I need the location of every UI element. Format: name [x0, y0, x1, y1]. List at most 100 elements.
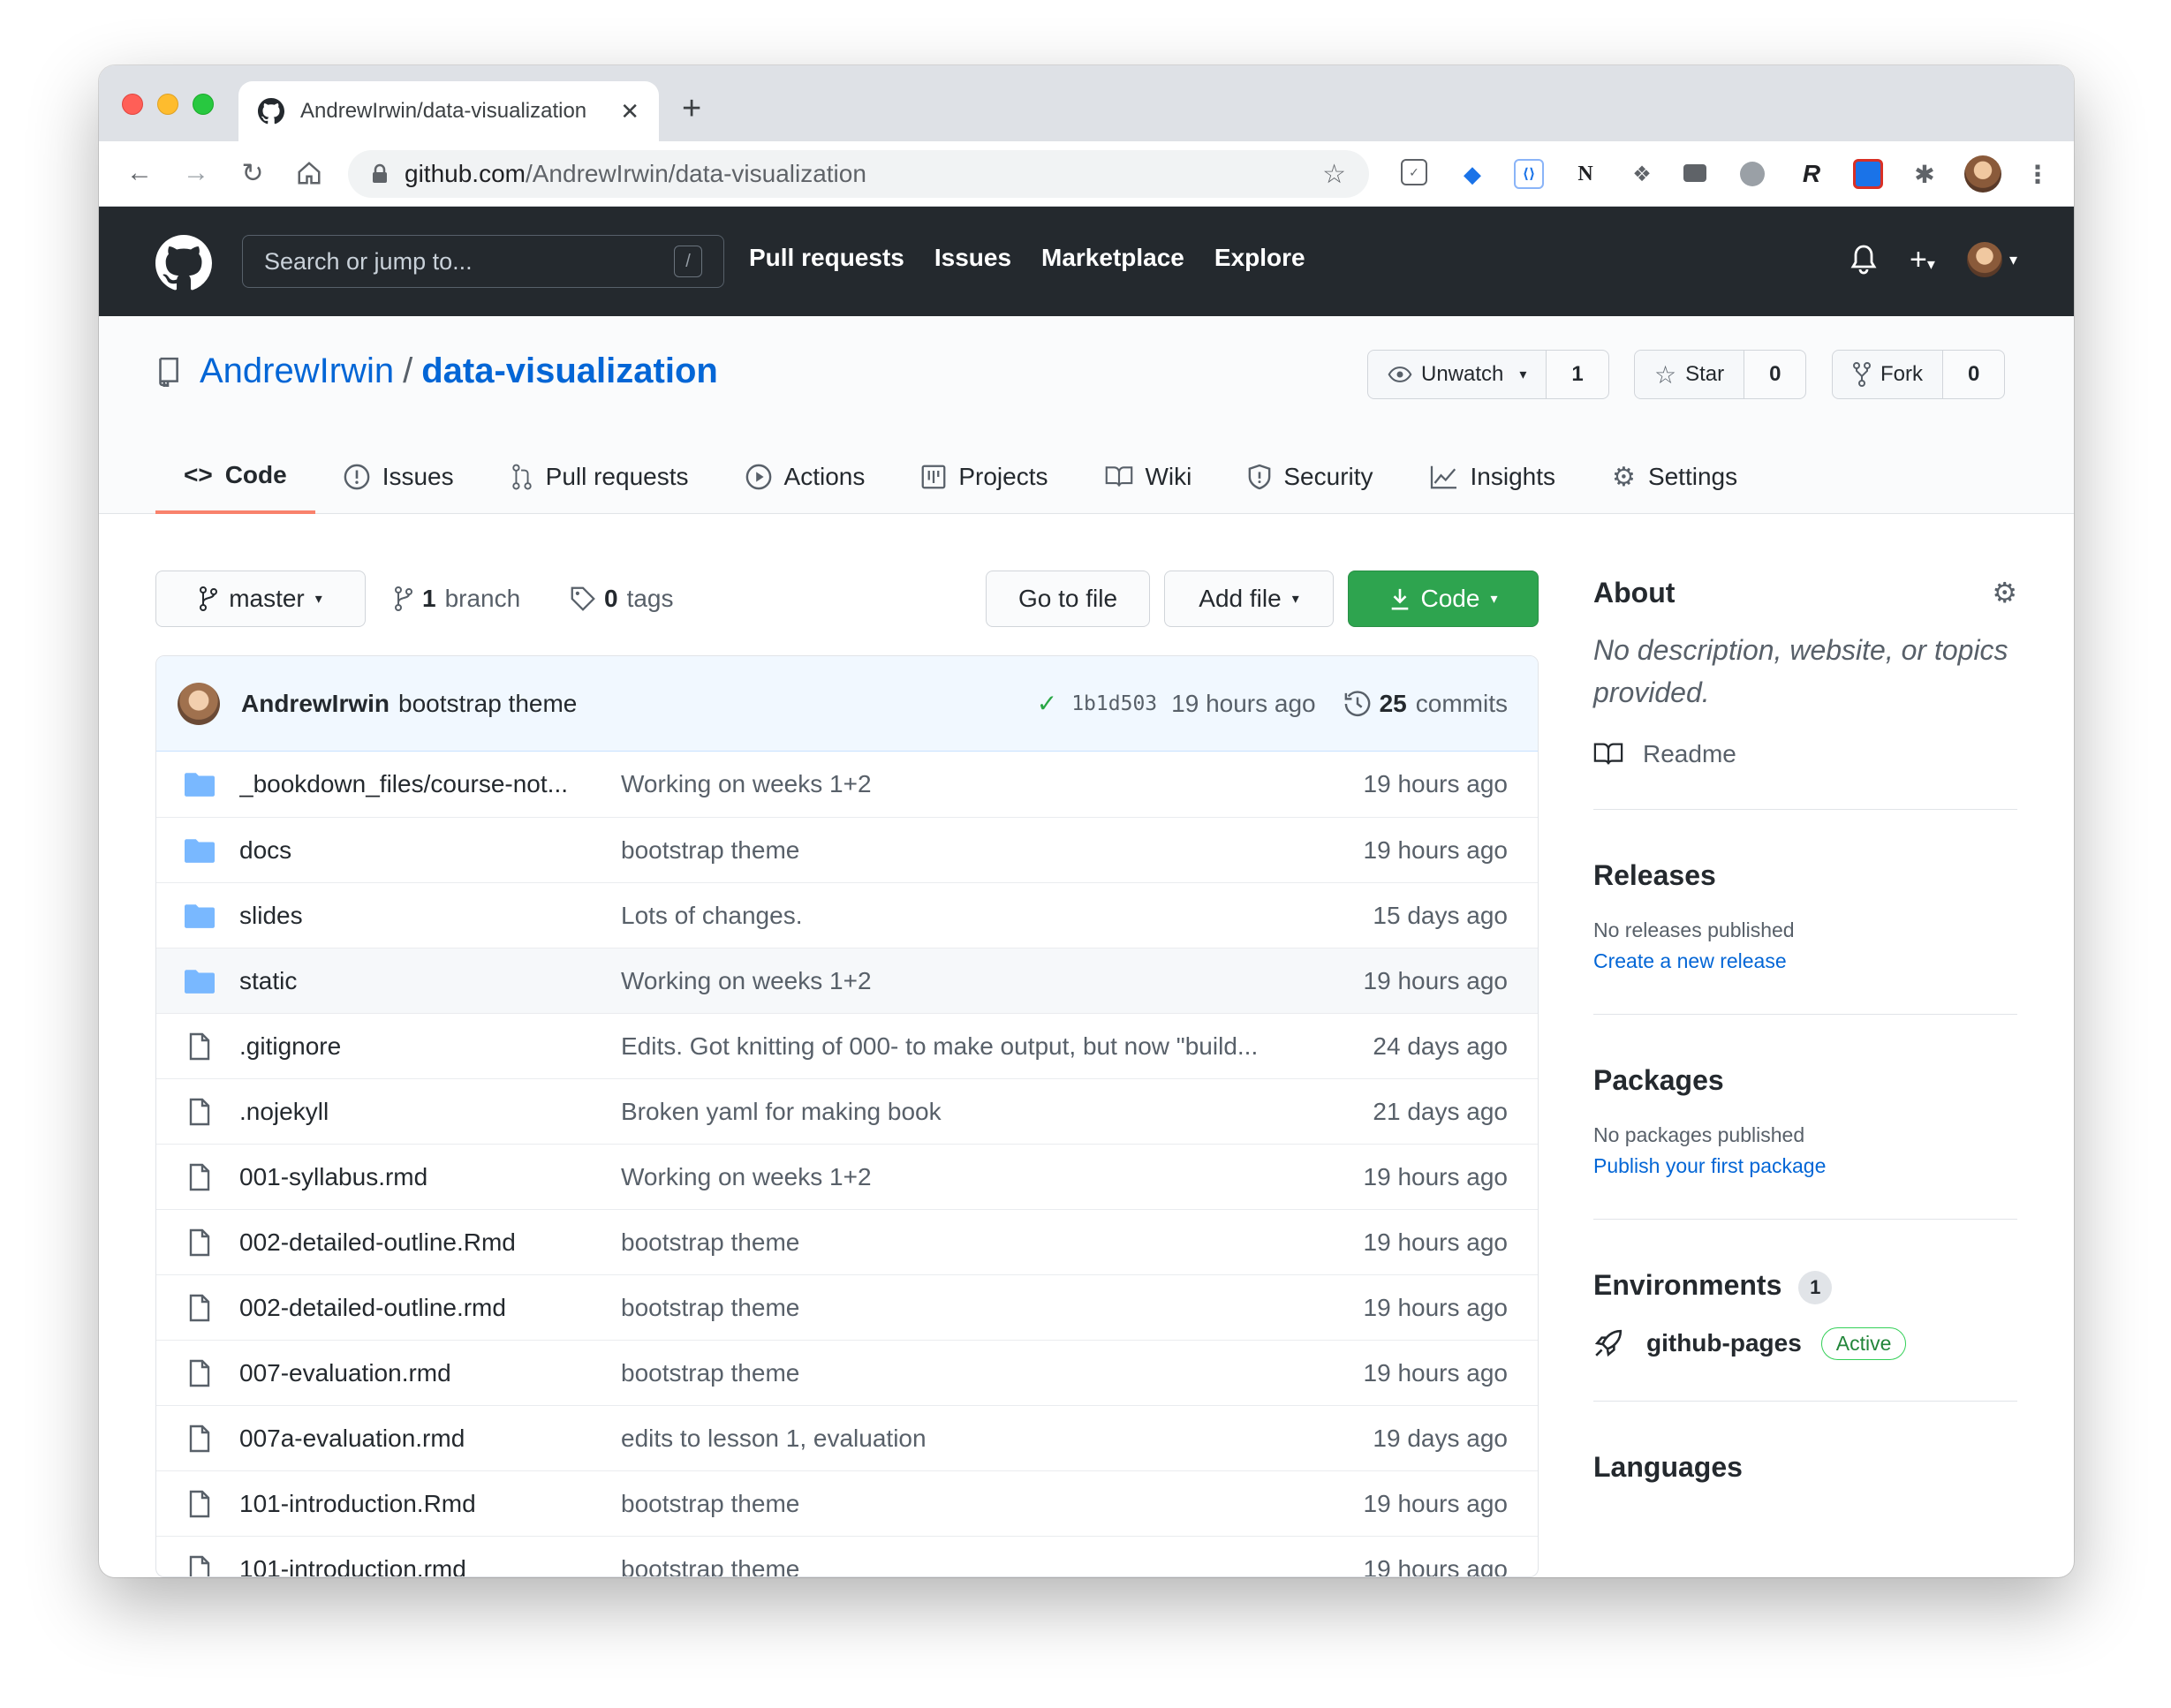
nav-pull-requests[interactable]: Pull requests [749, 244, 904, 272]
file-row[interactable]: 007a-evaluation.rmd edits to lesson 1, ev… [156, 1405, 1538, 1470]
tab-settings[interactable]: ⚙ Settings [1584, 440, 1766, 514]
window-close-button[interactable] [122, 94, 143, 115]
profile-avatar-icon[interactable] [1964, 155, 2001, 193]
tab-close-icon[interactable]: ✕ [620, 98, 639, 125]
environment-item[interactable]: github-pages Active [1593, 1326, 2017, 1360]
file-row[interactable]: 101-introduction.Rmd bootstrap theme 19 ho… [156, 1470, 1538, 1536]
file-name-link[interactable]: static [239, 967, 621, 995]
back-arrow-icon[interactable]: ← [124, 157, 155, 189]
file-commit-message[interactable]: Lots of changes. [621, 902, 1313, 930]
file-name-link[interactable]: 007-evaluation.rmd [239, 1359, 621, 1387]
tab-security[interactable]: Security [1220, 440, 1401, 514]
check-success-icon[interactable]: ✓ [1037, 689, 1057, 718]
file-row[interactable]: _bookdown_files/course-not... Working on … [156, 752, 1538, 817]
bitwarden-extension-icon[interactable] [1853, 159, 1883, 189]
code-extension-icon[interactable]: ⟨⟩ [1514, 159, 1544, 189]
file-name-link[interactable]: 001-syllabus.rmd [239, 1163, 621, 1191]
dropbox-extension-icon[interactable]: ❖ [1627, 159, 1657, 189]
file-commit-message[interactable]: bootstrap theme [621, 1228, 1313, 1257]
file-commit-message[interactable]: Working on weeks 1+2 [621, 1163, 1313, 1191]
r-extension-icon[interactable]: R [1797, 159, 1827, 189]
file-row[interactable]: 007-evaluation.rmd bootstrap theme 19 hour… [156, 1340, 1538, 1405]
file-commit-message[interactable]: Edits. Got knitting of 000- to make outp… [621, 1032, 1313, 1061]
bookmark-star-icon[interactable]: ☆ [1322, 159, 1346, 190]
go-to-file-button[interactable]: Go to file [986, 571, 1150, 627]
file-name-link[interactable]: 007a-evaluation.rmd [239, 1425, 621, 1453]
nav-issues[interactable]: Issues [934, 244, 1011, 272]
file-row[interactable]: 002-detailed-outline.rmd bootstrap theme 1… [156, 1274, 1538, 1340]
releases-title[interactable]: Releases [1593, 859, 2017, 892]
file-commit-message[interactable]: Working on weeks 1+2 [621, 770, 1313, 798]
tab-pull-requests[interactable]: Pull requests [482, 440, 717, 514]
new-tab-icon[interactable]: + [682, 90, 701, 128]
file-row[interactable]: 101-introduction.rmd bootstrap theme 19 ho… [156, 1536, 1538, 1577]
file-row[interactable]: slides Lots of changes. 15 days ago [156, 882, 1538, 948]
file-commit-message[interactable]: bootstrap theme [621, 1359, 1313, 1387]
branch-select-button[interactable]: master ▾ [155, 571, 366, 627]
commit-message[interactable]: bootstrap theme [398, 690, 577, 718]
watch-button[interactable]: Unwatch ▾ 1 [1367, 350, 1609, 399]
add-file-button[interactable]: Add file ▾ [1164, 571, 1334, 627]
address-bar[interactable]: github.com/AndrewIrwin/data-visualizatio… [348, 150, 1369, 198]
environments-header[interactable]: Environments 1 [1593, 1269, 2017, 1304]
nav-marketplace[interactable]: Marketplace [1041, 244, 1184, 272]
tab-projects[interactable]: Projects [893, 440, 1076, 514]
file-name-link[interactable]: 002-detailed-outline.Rmd [239, 1228, 621, 1257]
repo-owner-link[interactable]: AndrewIrwin [200, 351, 394, 391]
star-button[interactable]: ☆ Star 0 [1634, 350, 1807, 399]
reload-icon[interactable]: ↻ [237, 157, 269, 189]
star-label[interactable]: ☆ Star [1635, 351, 1745, 398]
fork-count[interactable]: 0 [1943, 362, 2004, 387]
tab-actions[interactable]: Actions [717, 440, 894, 514]
file-commit-message[interactable]: Working on weeks 1+2 [621, 967, 1313, 995]
file-row[interactable]: .gitignore Edits. Got knitting of 000- to… [156, 1013, 1538, 1078]
github-logo-icon[interactable] [155, 235, 212, 291]
file-name-link[interactable]: 101-introduction.Rmd [239, 1490, 621, 1518]
file-row[interactable]: static Working on weeks 1+2 19 hours ago [156, 948, 1538, 1013]
file-commit-message[interactable]: bootstrap theme [621, 836, 1313, 865]
commit-author[interactable]: AndrewIrwin [241, 690, 390, 718]
file-commit-message[interactable]: Broken yaml for making book [621, 1098, 1313, 1126]
user-menu[interactable]: ▾ [1966, 242, 2017, 277]
file-row[interactable]: .nojekyll Broken yaml for making book 21 d… [156, 1078, 1538, 1144]
file-row[interactable]: 002-detailed-outline.Rmd bootstrap theme 1… [156, 1209, 1538, 1274]
file-row[interactable]: 001-syllabus.rmd Working on weeks 1+2 19 h… [156, 1144, 1538, 1209]
file-commit-message[interactable]: bootstrap theme [621, 1555, 1313, 1577]
commit-author-avatar[interactable] [178, 682, 220, 725]
fork-label[interactable]: Fork [1833, 351, 1943, 398]
tab-issues[interactable]: Issues [315, 440, 482, 514]
code-download-button[interactable]: Code ▾ [1348, 571, 1539, 627]
watch-count[interactable]: 1 [1547, 362, 1607, 387]
tab-insights[interactable]: Insights [1402, 440, 1585, 514]
github-search-input[interactable]: Search or jump to... / [242, 235, 724, 288]
publish-package-link[interactable]: Publish your first package [1593, 1154, 2017, 1178]
commit-sha[interactable]: 1b1d503 [1071, 692, 1157, 715]
n-extension-icon[interactable]: N [1570, 159, 1600, 189]
create-release-link[interactable]: Create a new release [1593, 949, 2017, 973]
window-minimize-button[interactable] [157, 94, 178, 115]
file-name-link[interactable]: .nojekyll [239, 1098, 621, 1126]
nav-explore[interactable]: Explore [1214, 244, 1305, 272]
forward-arrow-icon[interactable]: → [180, 157, 212, 189]
environment-name[interactable]: github-pages [1646, 1329, 1802, 1357]
browser-tab-active[interactable]: AndrewIrwin/data-visualization ✕ [238, 81, 659, 141]
file-commit-message[interactable]: edits to lesson 1, evaluation [621, 1425, 1313, 1453]
commits-history-link[interactable]: 25 commits [1344, 690, 1508, 718]
file-commit-message[interactable]: bootstrap theme [621, 1294, 1313, 1322]
tab-wiki[interactable]: Wiki [1077, 440, 1221, 514]
file-name-link[interactable]: slides [239, 902, 621, 930]
file-name-link[interactable]: 002-detailed-outline.rmd [239, 1294, 621, 1322]
packages-title[interactable]: Packages [1593, 1064, 2017, 1097]
window-zoom-button[interactable] [193, 94, 214, 115]
file-commit-message[interactable]: bootstrap theme [621, 1490, 1313, 1518]
circle-extension-icon[interactable] [1740, 162, 1765, 186]
notification-bell-icon[interactable] [1850, 245, 1878, 275]
tab-code[interactable]: <> Code [155, 440, 315, 514]
fork-button[interactable]: Fork 0 [1832, 350, 2006, 399]
file-name-link[interactable]: 101-introduction.rmd [239, 1555, 621, 1577]
branches-link[interactable]: 1 branch [394, 585, 520, 613]
browser-menu-icon[interactable]: ⋮ [2023, 159, 2053, 189]
badge-extension-icon[interactable] [1683, 164, 1706, 182]
create-new-plus-icon[interactable]: +▾ [1910, 243, 1935, 277]
about-settings-gear-icon[interactable]: ⚙ [1992, 576, 2017, 609]
